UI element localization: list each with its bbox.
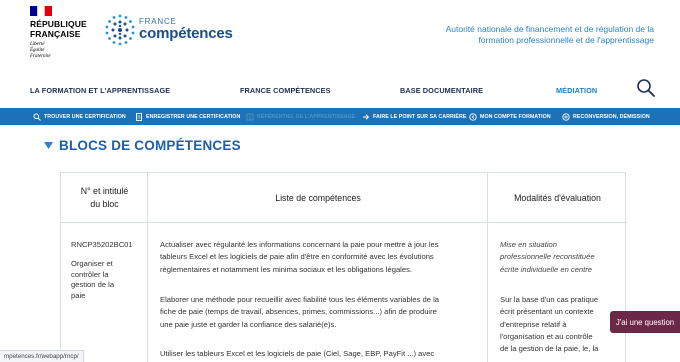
france-competences-logo[interactable]: FRANCE compétences <box>103 13 233 49</box>
question-button[interactable]: J'ai une question <box>610 311 680 333</box>
competences-table: N° et intitulé du bloc Liste de compéten… <box>60 172 627 362</box>
section-title: BLOCS DE COMPÉTENCES <box>59 138 241 153</box>
main-nav: LA FORMATION ET L'APPRENTISSAGE FRANCE C… <box>0 72 680 108</box>
header-bloc: N° et intitulé du bloc <box>80 186 129 209</box>
dots-logo-icon <box>105 14 135 46</box>
brand-main: compétences <box>139 25 233 42</box>
rf-motto: Liberté Égalité Fraternité <box>30 42 51 59</box>
book-icon <box>246 113 254 120</box>
subnav-trouver-certification[interactable]: TROUVER UNE CERTIFICATION <box>33 108 126 125</box>
competence-item: Actualiser avec régularité les informati… <box>160 240 439 274</box>
bloc-code: RNCP35202BC01 <box>71 240 133 249</box>
status-bar-url: mpetences.fr/webapp/rncp/ <box>0 350 84 362</box>
table-header-row: N° et intitulé du bloc Liste de compéten… <box>61 173 627 223</box>
bloc-name: Organiser et contrôler la gestion de la … <box>71 259 115 300</box>
header-evaluation: Modalités d'évaluation <box>514 192 601 203</box>
search-icon <box>33 113 41 121</box>
site-header: RÉPUBLIQUE FRANÇAISE Liberté Égalité Fra… <box>0 0 680 72</box>
authority-tagline: Autorité nationale de financement et de … <box>445 24 654 45</box>
nav-item-mediation[interactable]: MÉDIATION <box>556 86 597 95</box>
circle-icon <box>469 112 477 121</box>
subnav-faire-le-point[interactable]: FAIRE LE POINT SUR SA CARRIÈRE <box>362 108 466 125</box>
subnav-label: FAIRE LE POINT SUR SA CARRIÈRE <box>373 113 467 120</box>
search-icon[interactable] <box>636 78 656 98</box>
caret-down-icon <box>44 142 53 149</box>
subnav-enregistrer-certification[interactable]: ENREGISTRER UNE CERTIFICATION <box>135 108 240 125</box>
flag-icon <box>30 6 52 16</box>
document-icon <box>136 112 142 121</box>
sub-nav: TROUVER UNE CERTIFICATION ENREGISTRER UN… <box>0 108 680 125</box>
arrow-icon <box>363 113 370 120</box>
evaluation-mode: Mise en situation professionnelle recons… <box>500 240 595 274</box>
header-competences: Liste de compétences <box>275 192 361 203</box>
subnav-label: RECONVERSION, DÉMISSION <box>573 113 650 120</box>
subnav-label: ENREGISTRER UNE CERTIFICATION <box>146 113 241 120</box>
competence-item: Elaborer une méthode pour recueillir ave… <box>160 295 440 329</box>
evaluation-description: Sur la base d'un cas pratique écrit prés… <box>500 295 599 354</box>
rf-name: RÉPUBLIQUE FRANÇAISE <box>30 19 87 39</box>
subnav-label: TROUVER UNE CERTIFICATION <box>44 113 126 120</box>
nav-item-formation[interactable]: LA FORMATION ET L'APPRENTISSAGE <box>30 86 170 95</box>
subnav-referentiel-apprentissage[interactable]: RÉFÉRENTIEL DE L'APPRENTISSAGE <box>246 108 355 125</box>
nav-item-base-documentaire[interactable]: BASE DOCUMENTAIRE <box>400 86 483 95</box>
republique-francaise-logo[interactable]: RÉPUBLIQUE FRANÇAISE Liberté Égalité Fra… <box>30 6 94 59</box>
section-toggle[interactable]: BLOCS DE COMPÉTENCES <box>44 138 241 153</box>
competence-item: Utiliser les tableurs Excel et les logic… <box>160 349 435 358</box>
swap-icon <box>562 112 570 121</box>
subnav-mon-compte-formation[interactable]: MON COMPTE FORMATION <box>469 108 551 125</box>
subnav-label: MON COMPTE FORMATION <box>480 113 551 120</box>
subnav-reconversion[interactable]: RECONVERSION, DÉMISSION <box>562 108 650 125</box>
nav-item-france-competences[interactable]: FRANCE COMPÉTENCES <box>240 86 331 95</box>
subnav-label: RÉFÉRENTIEL DE L'APPRENTISSAGE <box>257 113 356 120</box>
